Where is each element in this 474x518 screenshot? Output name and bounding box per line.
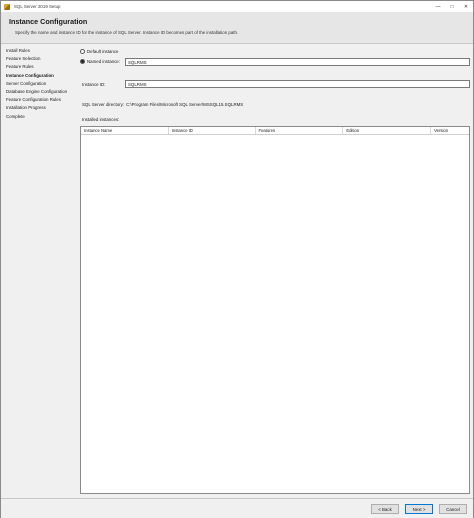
sidebar-item-instance-configuration[interactable]: Instance Configuration [1, 72, 73, 80]
sql-server-setup-icon [4, 3, 10, 10]
column-header-edition[interactable]: Edition [343, 127, 432, 134]
named-instance-option[interactable]: Named instance: [80, 59, 120, 64]
installed-instances-table[interactable]: Instance Name Instance ID Features Editi… [80, 126, 470, 494]
sidebar-item-installation-progress[interactable]: Installation Progress [1, 104, 73, 112]
back-button[interactable]: < Back [371, 504, 399, 514]
column-header-instance-name[interactable]: Instance Name [81, 127, 169, 134]
sql-server-directory-label: SQL Server directory: [82, 102, 125, 107]
page-description: Specify the name and instance ID for the… [15, 30, 239, 35]
sidebar-item-install-rules[interactable]: Install Rules [1, 47, 73, 55]
sidebar-item-feature-selection[interactable]: Feature Selection [1, 55, 73, 63]
named-instance-radio[interactable] [80, 59, 85, 64]
sidebar-item-database-engine-configuration[interactable]: Database Engine Configuration [1, 88, 73, 96]
table-header: Instance Name Instance ID Features Editi… [81, 127, 469, 135]
page-title: Instance Configuration [9, 17, 88, 26]
named-instance-input[interactable] [125, 58, 470, 66]
sidebar-item-complete[interactable]: Complete [1, 113, 73, 121]
maximize-button[interactable]: □ [445, 1, 459, 12]
next-button[interactable]: Next > [405, 504, 433, 514]
title-bar: SQL Server 2019 Setup — □ ✕ [1, 1, 473, 12]
instance-id-label: Instance ID: [82, 82, 106, 87]
main-panel: Default instance Named instance: Instanc… [73, 44, 473, 498]
page-header: Instance Configuration Specify the name … [1, 12, 473, 44]
window-controls: — □ ✕ [431, 1, 473, 12]
cancel-button[interactable]: Cancel [439, 504, 467, 514]
sidebar-item-feature-configuration-rules[interactable]: Feature Configuration Rules [1, 96, 73, 104]
default-instance-radio[interactable] [80, 49, 85, 54]
column-header-instance-id[interactable]: Instance ID [169, 127, 256, 134]
minimize-button[interactable]: — [431, 1, 445, 12]
default-instance-label: Default instance [87, 49, 119, 54]
sql-server-directory-value: C:\Program Files\Microsoft SQL Server\MS… [126, 102, 244, 107]
sidebar-item-feature-rules[interactable]: Feature Rules [1, 63, 73, 71]
sidebar-item-server-configuration[interactable]: Server Configuration [1, 80, 73, 88]
installed-instances-label: Installed instances: [82, 117, 120, 122]
instance-id-input[interactable] [125, 80, 470, 88]
column-header-features[interactable]: Features [256, 127, 344, 134]
default-instance-option[interactable]: Default instance [80, 49, 119, 54]
window-title: SQL Server 2019 Setup [14, 4, 61, 9]
named-instance-label: Named instance: [87, 59, 120, 64]
setup-steps-sidebar: Install Rules Feature Selection Feature … [1, 44, 73, 498]
column-header-version[interactable]: Version [431, 127, 469, 134]
setup-window: SQL Server 2019 Setup — □ ✕ Instance Con… [0, 0, 474, 518]
close-button[interactable]: ✕ [459, 1, 473, 12]
wizard-footer: < Back Next > Cancel [1, 498, 473, 518]
